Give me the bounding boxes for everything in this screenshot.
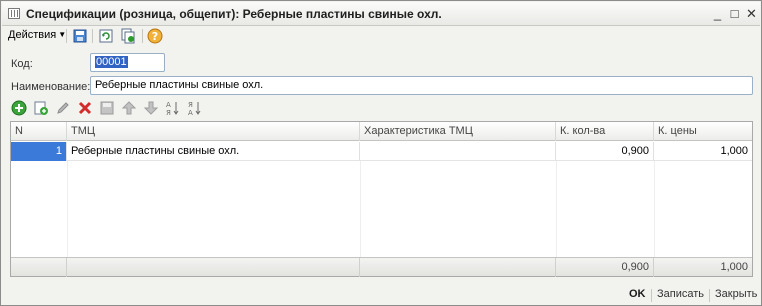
column-divider (360, 161, 361, 257)
footer-cell (11, 258, 67, 277)
specification-window: Спецификации (розница, общепит): Реберны… (0, 0, 762, 306)
total-price-coef: 1,000 (720, 261, 748, 273)
column-header-price-coef[interactable]: К. цены (654, 122, 752, 141)
add-copy-icon[interactable] (33, 100, 49, 116)
footer-cell (360, 258, 556, 277)
close-form-button[interactable]: Закрыть (715, 288, 757, 300)
toolbar-separator (66, 29, 67, 43)
column-header-characteristic[interactable]: Характеристика ТМЦ (360, 122, 556, 141)
sort-desc-icon[interactable]: ЯA (187, 100, 203, 117)
main-toolbar: Действия ▼ ? (2, 26, 760, 46)
column-divider (556, 161, 557, 257)
actions-menu[interactable]: Действия ▼ (8, 29, 66, 41)
ok-button[interactable]: OK (629, 288, 646, 300)
window-title: Спецификации (розница, общепит): Реберны… (26, 7, 442, 21)
column-header-n[interactable]: N (11, 122, 67, 141)
total-qty-coef: 0,900 (556, 258, 654, 277)
copy-doc-icon[interactable] (120, 28, 136, 44)
column-divider (67, 161, 68, 257)
close-button[interactable]: ✕ (744, 6, 759, 21)
table-row[interactable]: 1 Реберные пластины свиные охл. 0,900 1,… (11, 142, 752, 161)
column-header-tmc[interactable]: ТМЦ (67, 122, 360, 141)
save-icon[interactable] (99, 100, 115, 116)
save-button[interactable]: Записать (657, 288, 704, 300)
toolbar-separator (92, 29, 93, 43)
table-footer: 0,900 1,000 (11, 257, 752, 277)
specification-table[interactable]: N ТМЦ Характеристика ТМЦ К. кол-ва К. це… (10, 121, 753, 277)
table-header: N ТМЦ Характеристика ТМЦ К. кол-ва К. це… (11, 122, 752, 141)
sort-asc-icon[interactable]: AЯ (165, 100, 181, 117)
footer-separator (709, 289, 710, 302)
name-label: Наименование: (11, 81, 91, 93)
row-number[interactable]: 1 (11, 142, 67, 161)
row-characteristic[interactable] (360, 142, 556, 161)
help-icon[interactable]: ? (147, 28, 163, 44)
code-field[interactable]: 00001 (90, 53, 165, 72)
svg-text:A: A (166, 101, 171, 109)
maximize-button[interactable]: □ (727, 6, 742, 21)
row-qty-coef[interactable]: 0,900 (556, 142, 654, 161)
form-icon (8, 8, 20, 19)
column-header-qty-coef[interactable]: К. кол-ва (556, 122, 654, 141)
svg-text:Я: Я (188, 101, 193, 109)
footer-cell (67, 258, 360, 277)
row-price-coef[interactable]: 1,000 (654, 142, 752, 161)
name-field[interactable]: Реберные пластины свиные охл. (90, 76, 753, 95)
minimize-button[interactable]: _ (710, 6, 725, 21)
toolbar-separator (142, 29, 143, 43)
svg-text:Я: Я (166, 109, 171, 116)
svg-text:A: A (188, 109, 193, 116)
actions-label: Действия (8, 29, 57, 41)
svg-text:?: ? (152, 30, 158, 43)
column-divider (654, 161, 655, 257)
code-label: Код: (11, 58, 33, 70)
title-bar: Спецификации (розница, общепит): Реберны… (2, 2, 760, 26)
edit-icon[interactable] (55, 100, 71, 116)
code-value: 00001 (95, 56, 128, 68)
refresh-doc-icon[interactable] (98, 28, 114, 44)
add-icon[interactable] (11, 100, 27, 116)
chevron-down-icon: ▼ (58, 30, 67, 39)
row-tmc[interactable]: Реберные пластины свиные охл. (67, 142, 360, 161)
move-down-icon[interactable] (143, 100, 159, 116)
move-up-icon[interactable] (121, 100, 137, 116)
footer-separator (651, 289, 652, 302)
delete-icon[interactable] (77, 100, 93, 116)
save-down-icon[interactable] (72, 28, 88, 44)
